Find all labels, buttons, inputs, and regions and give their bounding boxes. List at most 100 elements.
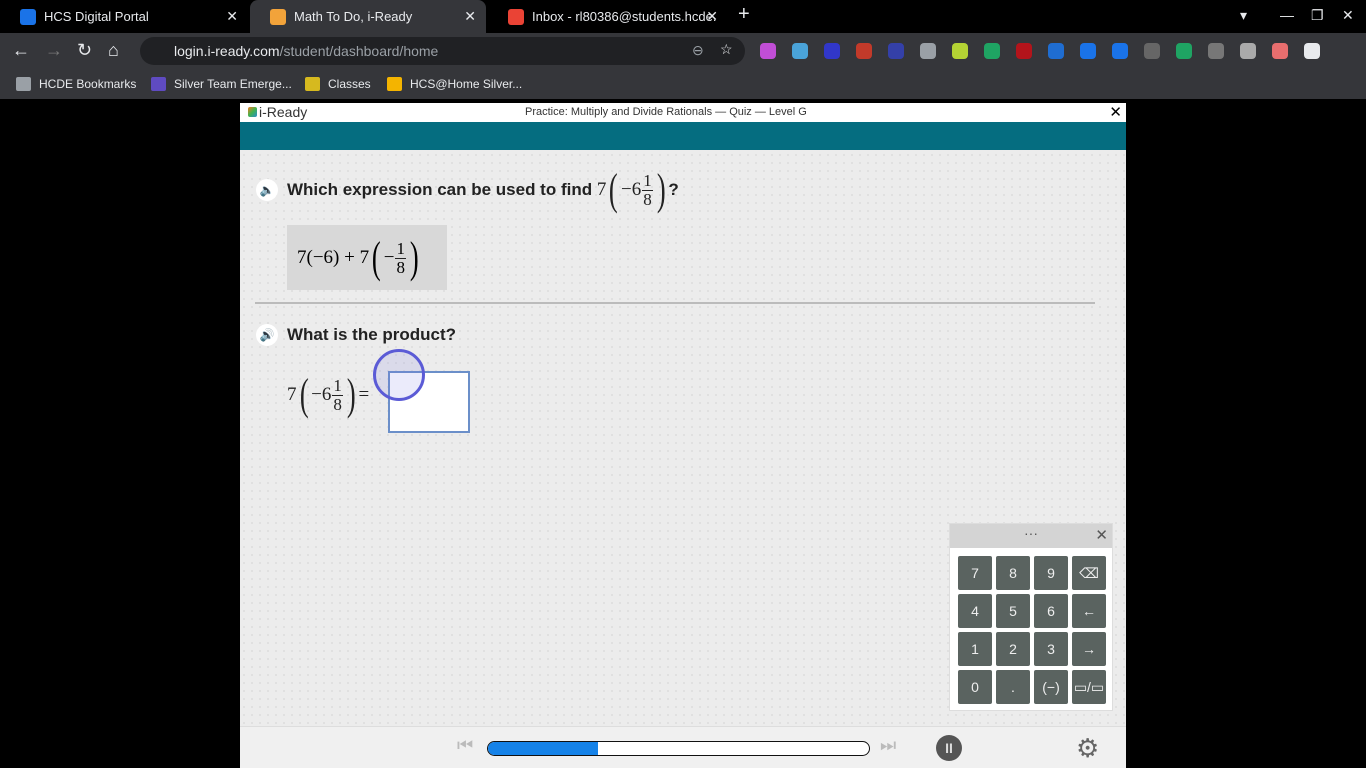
extension-icon[interactable] xyxy=(984,43,1000,59)
denominator: 8 xyxy=(396,257,405,277)
home-icon[interactable]: ⌂ xyxy=(108,40,119,61)
portal-icon xyxy=(20,8,36,25)
equals-sign: = xyxy=(358,384,370,405)
speaker-icon[interactable]: 🔊 xyxy=(256,324,278,346)
key-6[interactable]: 6 xyxy=(1034,594,1068,628)
extension-icon[interactable] xyxy=(1144,43,1160,59)
tab-gmail[interactable]: Inbox - rl80386@students.hcde. ✕ xyxy=(488,0,728,33)
answer-choice[interactable]: 7(−6) + 7(−1 8) xyxy=(287,225,447,290)
math-mixed: −6 xyxy=(621,179,642,200)
bookmark-label: HCS@Home Silver... xyxy=(410,77,523,91)
speaker-icon[interactable]: 🔈 xyxy=(256,179,278,201)
key-2[interactable]: 2 xyxy=(996,632,1030,666)
key-1[interactable]: 1 xyxy=(958,632,992,666)
key-right-arrow[interactable]: → xyxy=(1072,632,1106,666)
iready-icon xyxy=(270,8,286,25)
extension-icon[interactable] xyxy=(824,43,840,59)
iready-logo: i-Ready xyxy=(248,104,307,120)
teal-banner xyxy=(240,122,1126,150)
extension-icon[interactable] xyxy=(1112,43,1128,59)
close-tab-icon[interactable]: ✕ xyxy=(226,8,238,25)
answer-math: 7(−6) + 7(−1 8) xyxy=(297,235,422,280)
extension-icon[interactable] xyxy=(760,43,776,59)
extension-icon[interactable] xyxy=(1272,43,1288,59)
skip-back-icon[interactable]: ⏮ xyxy=(457,735,473,756)
close-tab-icon[interactable]: ✕ xyxy=(706,8,718,25)
key-left-arrow[interactable]: ← xyxy=(1072,594,1106,628)
question-mark: ? xyxy=(668,180,679,199)
tab-title: Inbox - rl80386@students.hcde. xyxy=(532,9,717,24)
extension-icon[interactable] xyxy=(888,43,904,59)
extension-icon[interactable] xyxy=(792,43,808,59)
key-8[interactable]: 8 xyxy=(996,556,1030,590)
question-text: What is the product? xyxy=(287,325,457,344)
lesson-footer: ⏮ ⏭ II ⚙ xyxy=(240,726,1126,768)
bookmark-classes[interactable]: Classes xyxy=(305,77,371,91)
key-negative[interactable]: (−) xyxy=(1034,670,1068,704)
math-mixed: −6 xyxy=(311,384,332,405)
key-3[interactable]: 3 xyxy=(1034,632,1068,666)
key-decimal[interactable]: . xyxy=(996,670,1030,704)
url-host: login.i-ready.com xyxy=(174,43,280,59)
close-lesson-button[interactable]: ✕ xyxy=(1109,103,1122,121)
tab-hcs-portal[interactable]: HCS Digital Portal ✕ xyxy=(0,0,248,33)
new-tab-button[interactable]: + xyxy=(738,3,750,26)
close-window-icon[interactable]: ✕ xyxy=(1342,7,1354,24)
numerator: 1 xyxy=(395,238,406,259)
skip-forward-icon[interactable]: ⏭ xyxy=(880,735,896,756)
tab-search-icon[interactable]: ▾ xyxy=(1240,7,1247,24)
zoom-icon[interactable]: ⊖ xyxy=(692,42,704,59)
progress-fill xyxy=(488,742,599,755)
key-fraction[interactable]: ▭/▭ xyxy=(1072,670,1106,704)
extension-icon[interactable] xyxy=(1304,43,1320,59)
extension-icon[interactable] xyxy=(1016,43,1032,59)
math-whole: 7 xyxy=(287,384,297,405)
equation-math: 7(−6 1 8) = xyxy=(287,373,369,417)
extension-icon[interactable] xyxy=(856,43,872,59)
fraction: 18 xyxy=(332,377,343,413)
extension-icon[interactable] xyxy=(952,43,968,59)
extension-icon[interactable] xyxy=(1176,43,1192,59)
denominator: 8 xyxy=(643,190,652,209)
key-9[interactable]: 9 xyxy=(1034,556,1068,590)
key-5[interactable]: 5 xyxy=(996,594,1030,628)
browser-toolbar: ← → ↻ ⌂ login.i-ready.com/student/dashbo… xyxy=(0,33,1366,69)
extension-icon[interactable] xyxy=(1208,43,1224,59)
bookmark-silver-team[interactable]: Silver Team Emerge... xyxy=(151,77,292,91)
reload-icon[interactable]: ↻ xyxy=(77,40,92,61)
bookmark-hcs-home[interactable]: HCS@Home Silver... xyxy=(387,77,522,91)
numerator: 1 xyxy=(642,171,653,191)
key-0[interactable]: 0 xyxy=(958,670,992,704)
key-7[interactable]: 7 xyxy=(958,556,992,590)
key-4[interactable]: 4 xyxy=(958,594,992,628)
progress-bar xyxy=(487,741,870,756)
extension-icon[interactable] xyxy=(1240,43,1256,59)
address-bar[interactable]: login.i-ready.com/student/dashboard/home… xyxy=(140,37,745,65)
forward-icon[interactable]: → xyxy=(45,40,63,61)
keypad-drag-handle[interactable]: ··· ✕ xyxy=(950,524,1112,548)
restore-icon[interactable]: ❐ xyxy=(1311,7,1324,24)
bookmark-star-icon[interactable]: ☆ xyxy=(720,41,733,58)
back-icon[interactable]: ← xyxy=(12,40,30,61)
math-whole: 7 xyxy=(596,179,607,200)
question-text: Which expression can be used to find xyxy=(287,180,593,199)
keypad-close-button[interactable]: ✕ xyxy=(1095,527,1108,545)
list-icon xyxy=(151,77,166,91)
paren: ( xyxy=(609,165,619,214)
denominator: 8 xyxy=(333,395,342,414)
settings-icon[interactable]: ⚙ xyxy=(1076,733,1099,764)
bookmark-hcde[interactable]: HCDE Bookmarks xyxy=(16,77,136,91)
extension-icon[interactable] xyxy=(1048,43,1064,59)
logo-text: i-Ready xyxy=(259,104,308,120)
tab-iready[interactable]: Math To Do, i-Ready ✕ xyxy=(250,0,486,33)
tab-strip: HCS Digital Portal ✕ Math To Do, i-Ready ✕… xyxy=(0,0,1366,33)
slides-icon xyxy=(387,77,402,91)
extension-icon[interactable] xyxy=(920,43,936,59)
extension-icon[interactable] xyxy=(1080,43,1096,59)
key-backspace[interactable]: ⌫ xyxy=(1072,556,1106,590)
minimize-icon[interactable]: — xyxy=(1280,7,1294,23)
keypad-keys: 7 8 9 ⌫ 4 5 6 ← 1 2 3 → 0. (−) ▭/▭ xyxy=(950,548,1112,704)
pause-button[interactable]: II xyxy=(936,735,962,761)
close-tab-icon[interactable]: ✕ xyxy=(464,8,476,25)
numerator: 1 xyxy=(332,376,343,396)
